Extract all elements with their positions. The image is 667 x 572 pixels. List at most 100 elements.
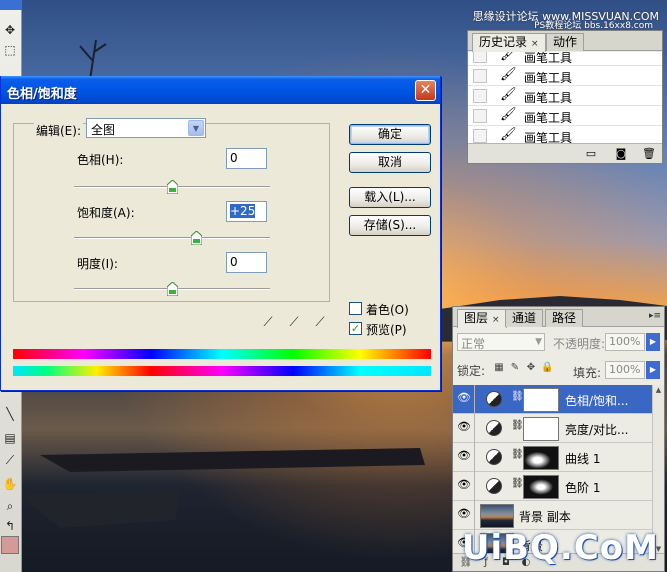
lock-position-icon[interactable]: ✥ xyxy=(525,362,537,374)
fill-input[interactable]: 100% xyxy=(605,361,645,379)
input-color-spectrum xyxy=(13,349,431,359)
lock-image-icon[interactable]: ✎ xyxy=(509,362,521,374)
layer-mask-thumbnail[interactable] xyxy=(523,446,559,470)
tab-paths[interactable]: 路径 xyxy=(545,309,584,327)
scroll-up-icon[interactable]: ▲ xyxy=(653,385,664,396)
dialog-title: 色相/饱和度 xyxy=(7,87,77,102)
chevron-down-icon: ▼ xyxy=(535,337,542,347)
blend-mode-select[interactable]: 正常 ▼ xyxy=(457,333,545,351)
eyedropper-plus-icon[interactable]: ⟋ xyxy=(285,314,303,332)
zoom-tool-icon[interactable]: ⌕ xyxy=(2,498,18,514)
brush-icon: 🖌 xyxy=(500,107,517,122)
preview-checkbox[interactable]: ✓ xyxy=(349,322,362,335)
hue-label: 色相(H): xyxy=(77,153,124,167)
layer-row[interactable]: 👁 ⛓ 色相/饱和... xyxy=(453,385,652,414)
brush-icon: 🖌 xyxy=(500,52,517,62)
marquee-tool-icon[interactable]: ⬚ xyxy=(2,42,18,58)
close-icon[interactable]: × xyxy=(531,39,539,49)
history-item[interactable]: 🖌 画笔工具 xyxy=(468,66,662,86)
layer-mask-thumbnail[interactable] xyxy=(523,475,559,499)
link-icon: ⛓ xyxy=(511,449,524,460)
hue-slider-thumb[interactable] xyxy=(166,180,178,194)
saturation-slider-thumb[interactable] xyxy=(191,231,202,245)
hand-tool-icon[interactable]: ✋ xyxy=(2,476,18,492)
history-list: 🖌 画笔工具 🖌 画笔工具 🖌 画笔工具 🖌 画笔工具 🖌 画笔工具 xyxy=(468,52,662,144)
opacity-label: 不透明度: xyxy=(553,337,606,351)
panel-menu-icon[interactable]: ▸≡ xyxy=(649,311,661,321)
colorize-checkbox[interactable] xyxy=(349,302,362,315)
eyedropper-tool-icon[interactable]: ⟋ xyxy=(2,452,18,468)
edit-range-select[interactable]: 全图 ▼ xyxy=(86,118,206,138)
snapshot-source-checkbox[interactable] xyxy=(473,52,487,63)
fill-label: 填充: xyxy=(573,366,602,380)
layer-row[interactable]: 👁 ⛓ 曲线 1 xyxy=(453,443,652,472)
layer-mask-thumbnail[interactable] xyxy=(523,417,559,441)
swap-colors-icon[interactable]: ↰ xyxy=(2,518,18,534)
history-item[interactable]: 🖌 画笔工具 xyxy=(468,52,662,66)
tab-history[interactable]: 历史记录 × xyxy=(472,33,546,52)
close-icon[interactable]: × xyxy=(492,315,500,325)
snapshot-source-checkbox[interactable] xyxy=(473,109,487,123)
dialog-body: 编辑(E): 全图 ▼ 色相(H): 0 饱和度(A): +25 明度(I): … xyxy=(4,104,437,387)
eye-icon[interactable]: 👁 xyxy=(457,479,471,491)
link-icon: ⛓ xyxy=(511,391,524,402)
history-item[interactable]: 🖌 画笔工具 xyxy=(468,106,662,126)
snapshot-source-checkbox[interactable] xyxy=(473,69,487,83)
layer-thumbnail[interactable] xyxy=(480,504,514,528)
adjusted-color-spectrum xyxy=(13,366,431,376)
foreground-color-swatch[interactable] xyxy=(1,536,19,554)
hue-input[interactable]: 0 xyxy=(226,148,267,169)
new-snapshot-icon[interactable]: ▭ xyxy=(584,147,598,160)
adjustment-layer-icon xyxy=(486,420,502,436)
lightness-label: 明度(I): xyxy=(77,257,118,271)
adjustment-layer-icon xyxy=(486,391,502,407)
eye-icon[interactable]: 👁 xyxy=(457,421,471,433)
trash-icon[interactable]: 🗑 xyxy=(642,147,656,160)
layer-row[interactable]: 👁 ⛓ 色阶 1 xyxy=(453,472,652,501)
preview-label: 预览(P) xyxy=(366,323,407,337)
notes-tool-icon[interactable]: ▤ xyxy=(2,430,18,446)
dialog-titlebar[interactable]: 色相/饱和度 ✕ xyxy=(1,76,440,104)
eye-icon[interactable]: 👁 xyxy=(457,450,471,462)
line-tool-icon[interactable]: ╲ xyxy=(2,406,18,422)
ok-button[interactable]: 确定 xyxy=(349,124,431,145)
link-icon: ⛓ xyxy=(511,478,524,489)
lightness-slider-thumb[interactable] xyxy=(166,282,178,296)
layers-tabs: 图层 × 通道 路径 ▸≡ xyxy=(453,307,664,328)
toolbox-titlebar xyxy=(0,0,22,10)
cancel-button[interactable]: 取消 xyxy=(349,152,431,173)
eye-icon[interactable]: 👁 xyxy=(457,392,471,404)
fill-arrow-icon[interactable]: ▶ xyxy=(646,361,660,379)
snapshot-source-checkbox[interactable] xyxy=(473,89,487,103)
tab-actions[interactable]: 动作 xyxy=(546,33,585,51)
saturation-label: 饱和度(A): xyxy=(77,206,135,220)
lock-all-icon[interactable]: 🔒 xyxy=(541,362,553,374)
saturation-slider-track[interactable] xyxy=(74,237,270,239)
opacity-input[interactable]: 100% xyxy=(605,333,645,351)
eye-icon[interactable]: 👁 xyxy=(457,508,471,520)
close-button[interactable]: ✕ xyxy=(415,80,436,101)
brush-icon: 🖌 xyxy=(500,67,517,82)
adjustment-layer-icon xyxy=(486,449,502,465)
saturation-input[interactable]: +25 xyxy=(226,201,267,222)
layer-mask-thumbnail[interactable] xyxy=(523,388,559,412)
snapshot-source-checkbox[interactable] xyxy=(473,129,487,143)
colorize-label: 着色(O) xyxy=(366,303,409,317)
load-button[interactable]: 载入(L)... xyxy=(349,187,431,208)
history-item[interactable]: 🖌 画笔工具 xyxy=(468,126,662,144)
history-item[interactable]: 🖌 画笔工具 xyxy=(468,86,662,106)
tab-layers[interactable]: 图层 × xyxy=(457,309,507,328)
layer-row[interactable]: 👁 ⛓ 亮度/对比... xyxy=(453,414,652,443)
opacity-arrow-icon[interactable]: ▶ xyxy=(646,333,660,351)
chevron-down-icon[interactable]: ▼ xyxy=(188,120,204,136)
new-document-icon[interactable]: ◙ xyxy=(614,147,628,160)
layer-row[interactable]: 👁 背景 副本 xyxy=(453,501,652,530)
eyedropper-minus-icon[interactable]: ⟋ xyxy=(311,314,329,332)
lock-transparent-icon[interactable]: ▦ xyxy=(493,362,505,374)
move-tool-icon[interactable]: ✥ xyxy=(2,22,18,38)
eyedropper-icon[interactable]: ⟋ xyxy=(259,314,277,332)
save-button[interactable]: 存储(S)... xyxy=(349,215,431,236)
tab-channels[interactable]: 通道 xyxy=(505,309,544,327)
edit-label: 编辑(E): xyxy=(34,122,83,139)
lightness-input[interactable]: 0 xyxy=(226,252,267,273)
